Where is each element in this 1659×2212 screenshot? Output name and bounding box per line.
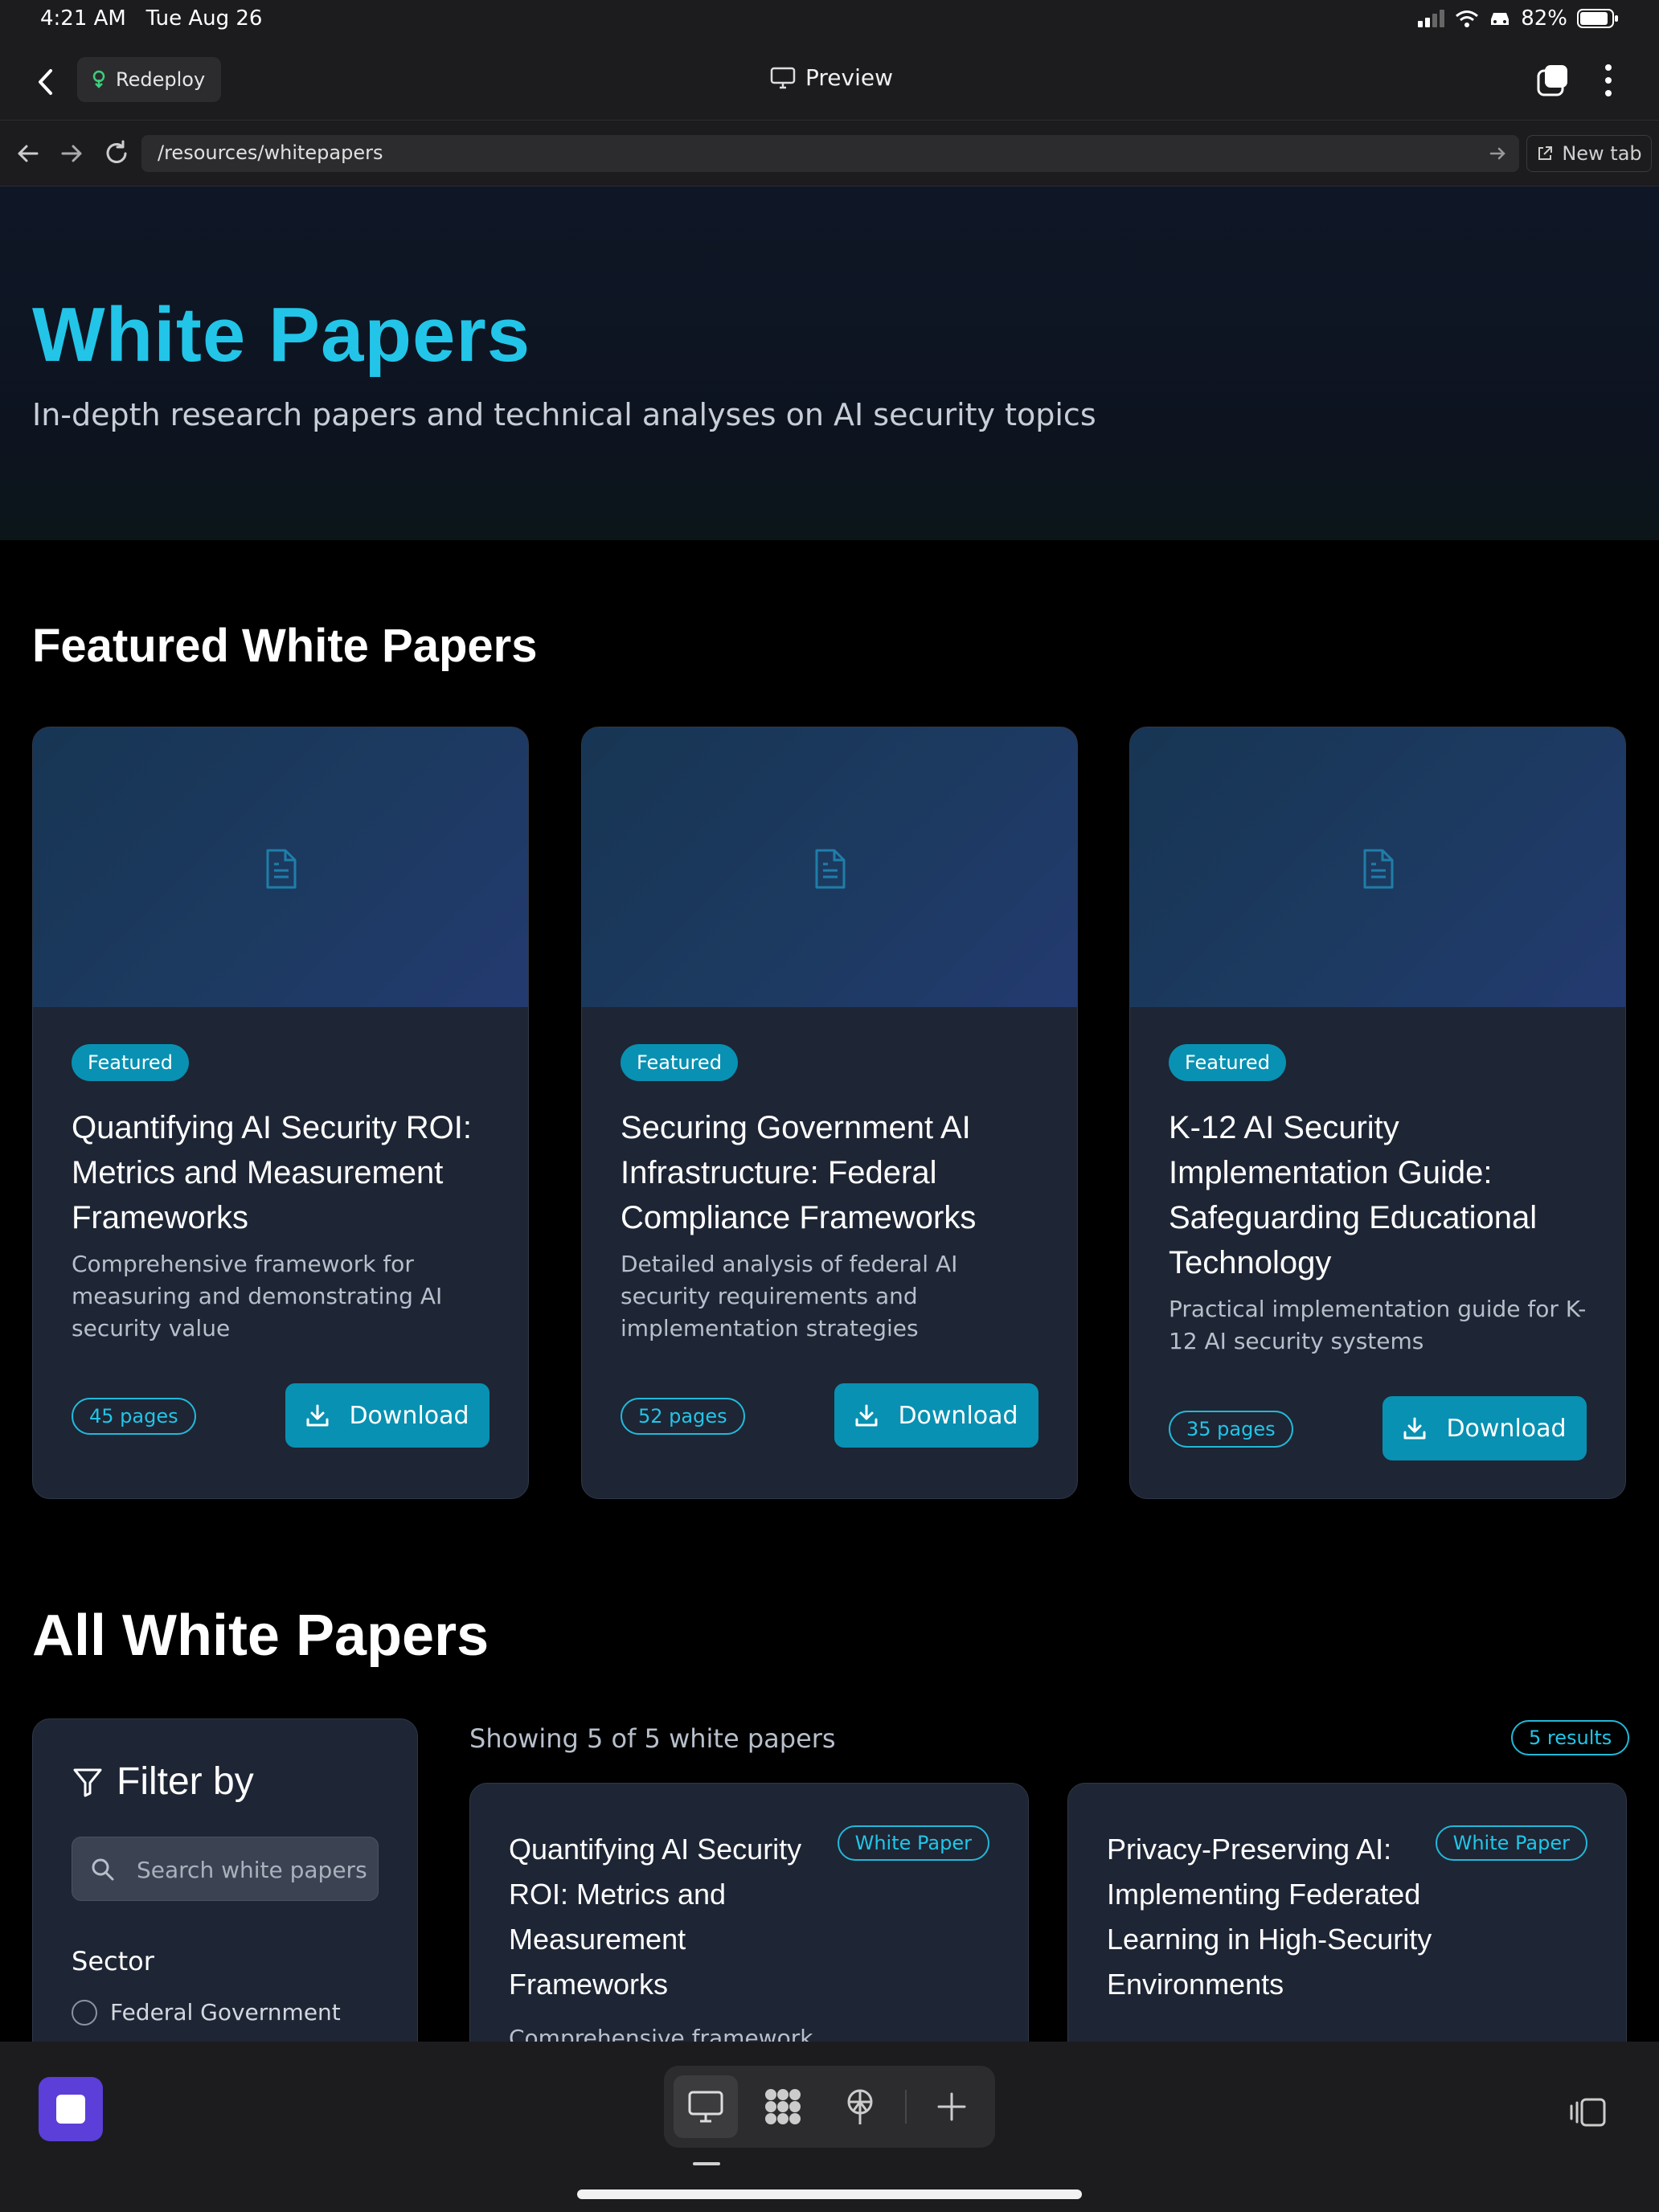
card-thumbnail [1130, 727, 1625, 1007]
status-bar: 4:21 AM Tue Aug 26 82% [0, 0, 1659, 42]
go-arrow-icon[interactable] [1487, 143, 1508, 164]
plus-icon [937, 2092, 966, 2121]
featured-badge: Featured [72, 1044, 189, 1081]
search-box[interactable] [72, 1837, 379, 1901]
card-description: Detailed analysis of federal AI security… [621, 1251, 958, 1342]
sector-option-label: Federal Government [110, 1999, 341, 2026]
hero-section: White Papers In-depth research papers an… [0, 186, 1659, 540]
featured-card[interactable]: Featured K-12 AI Security Implementation… [1129, 727, 1626, 1499]
card-title[interactable]: K-12 AI Security Implementation Guide: S… [1169, 1105, 1603, 1285]
filter-icon [73, 1768, 102, 1796]
arrow-left-icon[interactable] [13, 138, 43, 169]
active-indicator [693, 2162, 720, 2165]
download-button[interactable]: Download [285, 1383, 490, 1448]
document-icon [1363, 849, 1394, 889]
all-papers-heading: All White Papers [32, 1604, 490, 1668]
download-icon [1403, 1417, 1426, 1440]
dock [664, 2066, 995, 2148]
new-tab-label: New tab [1562, 142, 1642, 165]
wifi-icon [1456, 10, 1479, 27]
featured-badge: Featured [621, 1044, 738, 1081]
paper-title[interactable]: Privacy-Preserving AI: Implementing Fede… [1107, 1827, 1444, 2007]
redeploy-button[interactable]: Redeploy [77, 57, 222, 102]
card-title[interactable]: Quantifying AI Security ROI: Metrics and… [72, 1105, 506, 1240]
radio-button[interactable] [72, 1999, 97, 2026]
sidebar-icon[interactable] [1567, 2095, 1608, 2130]
arrow-right-icon[interactable] [56, 138, 87, 169]
battery-percent: 82% [1521, 6, 1567, 31]
results-count-text: Showing 5 of 5 white papers [469, 1723, 836, 1754]
url-text: /resources/whitepapers [158, 141, 383, 164]
filter-heading: Filter by [72, 1759, 254, 1804]
results-badge: 5 results [1511, 1720, 1630, 1755]
flower-icon [765, 2089, 801, 2124]
reload-icon[interactable] [101, 138, 132, 169]
home-indicator [577, 2189, 1082, 2199]
download-label: Download [898, 1401, 1018, 1430]
featured-card[interactable]: Featured Securing Government AI Infrastr… [581, 727, 1078, 1499]
card-thumbnail [582, 727, 1077, 1007]
external-link-icon [1538, 146, 1553, 160]
status-right: 82% [1418, 6, 1619, 31]
download-label: Download [349, 1401, 469, 1430]
download-icon [306, 1404, 329, 1427]
app-toolbar: Redeploy Preview [0, 42, 1659, 121]
search-icon [92, 1858, 114, 1881]
card-title[interactable]: Securing Government AI Infrastructure: F… [621, 1105, 1055, 1240]
status-time: 4:21 AM Tue Aug 26 [40, 6, 263, 31]
download-button[interactable]: Download [1382, 1396, 1587, 1460]
card-description: Practical implementation guide for K-12 … [1169, 1296, 1587, 1354]
antenna-icon [847, 2089, 873, 2124]
page-count-badge: 35 pages [1169, 1411, 1293, 1448]
dock-separator [905, 2090, 907, 2124]
dock-assets-button[interactable] [751, 2075, 815, 2138]
signal-icon [1418, 10, 1445, 27]
car-icon [1491, 13, 1509, 25]
app-icon[interactable] [39, 2077, 103, 2141]
download-label: Download [1446, 1414, 1567, 1443]
redeploy-icon [92, 70, 105, 88]
url-field[interactable]: /resources/whitepapers [141, 135, 1519, 172]
featured-heading: Featured White Papers [32, 620, 538, 672]
url-bar: /resources/whitepapers New tab [0, 121, 1659, 186]
redeploy-label: Redeploy [116, 68, 206, 91]
new-tab-button[interactable]: New tab [1526, 135, 1652, 172]
card-thumbnail [33, 727, 528, 1007]
page-title: White Papers [32, 292, 531, 378]
document-icon [266, 849, 297, 889]
featured-badge: Featured [1169, 1044, 1286, 1081]
more-icon[interactable] [1596, 61, 1620, 100]
sector-label: Sector [72, 1946, 154, 1976]
document-icon [815, 849, 846, 889]
battery-icon [1577, 9, 1618, 28]
monitor-icon [770, 67, 796, 88]
back-chevron-icon[interactable] [31, 64, 61, 100]
dock-add-button[interactable] [920, 2075, 984, 2138]
page-subtitle: In-depth research papers and technical a… [32, 397, 1096, 432]
featured-card[interactable]: Featured Quantifying AI Security ROI: Me… [32, 727, 529, 1499]
tabs-icon[interactable] [1535, 63, 1571, 98]
card-description: Comprehensive framework for measuring an… [72, 1251, 443, 1342]
monitor-icon [688, 2091, 723, 2123]
paper-type-badge: White Paper [1435, 1825, 1587, 1861]
download-button[interactable]: Download [834, 1383, 1038, 1448]
dock-preview-button[interactable] [674, 2075, 738, 2138]
paper-type-badge: White Paper [837, 1825, 989, 1861]
download-icon [855, 1404, 878, 1427]
preview-title[interactable]: Preview [770, 64, 893, 91]
search-input[interactable] [137, 1852, 370, 1887]
bottom-bar [0, 2042, 1659, 2212]
filter-title: Filter by [117, 1760, 254, 1803]
dock-deploy-button[interactable] [828, 2075, 892, 2138]
paper-title[interactable]: Quantifying AI Security ROI: Metrics and… [509, 1827, 846, 2007]
sector-option[interactable]: Federal Government [72, 1999, 341, 2026]
preview-label: Preview [805, 64, 893, 91]
page-count-badge: 52 pages [621, 1398, 745, 1435]
page-count-badge: 45 pages [72, 1398, 196, 1435]
